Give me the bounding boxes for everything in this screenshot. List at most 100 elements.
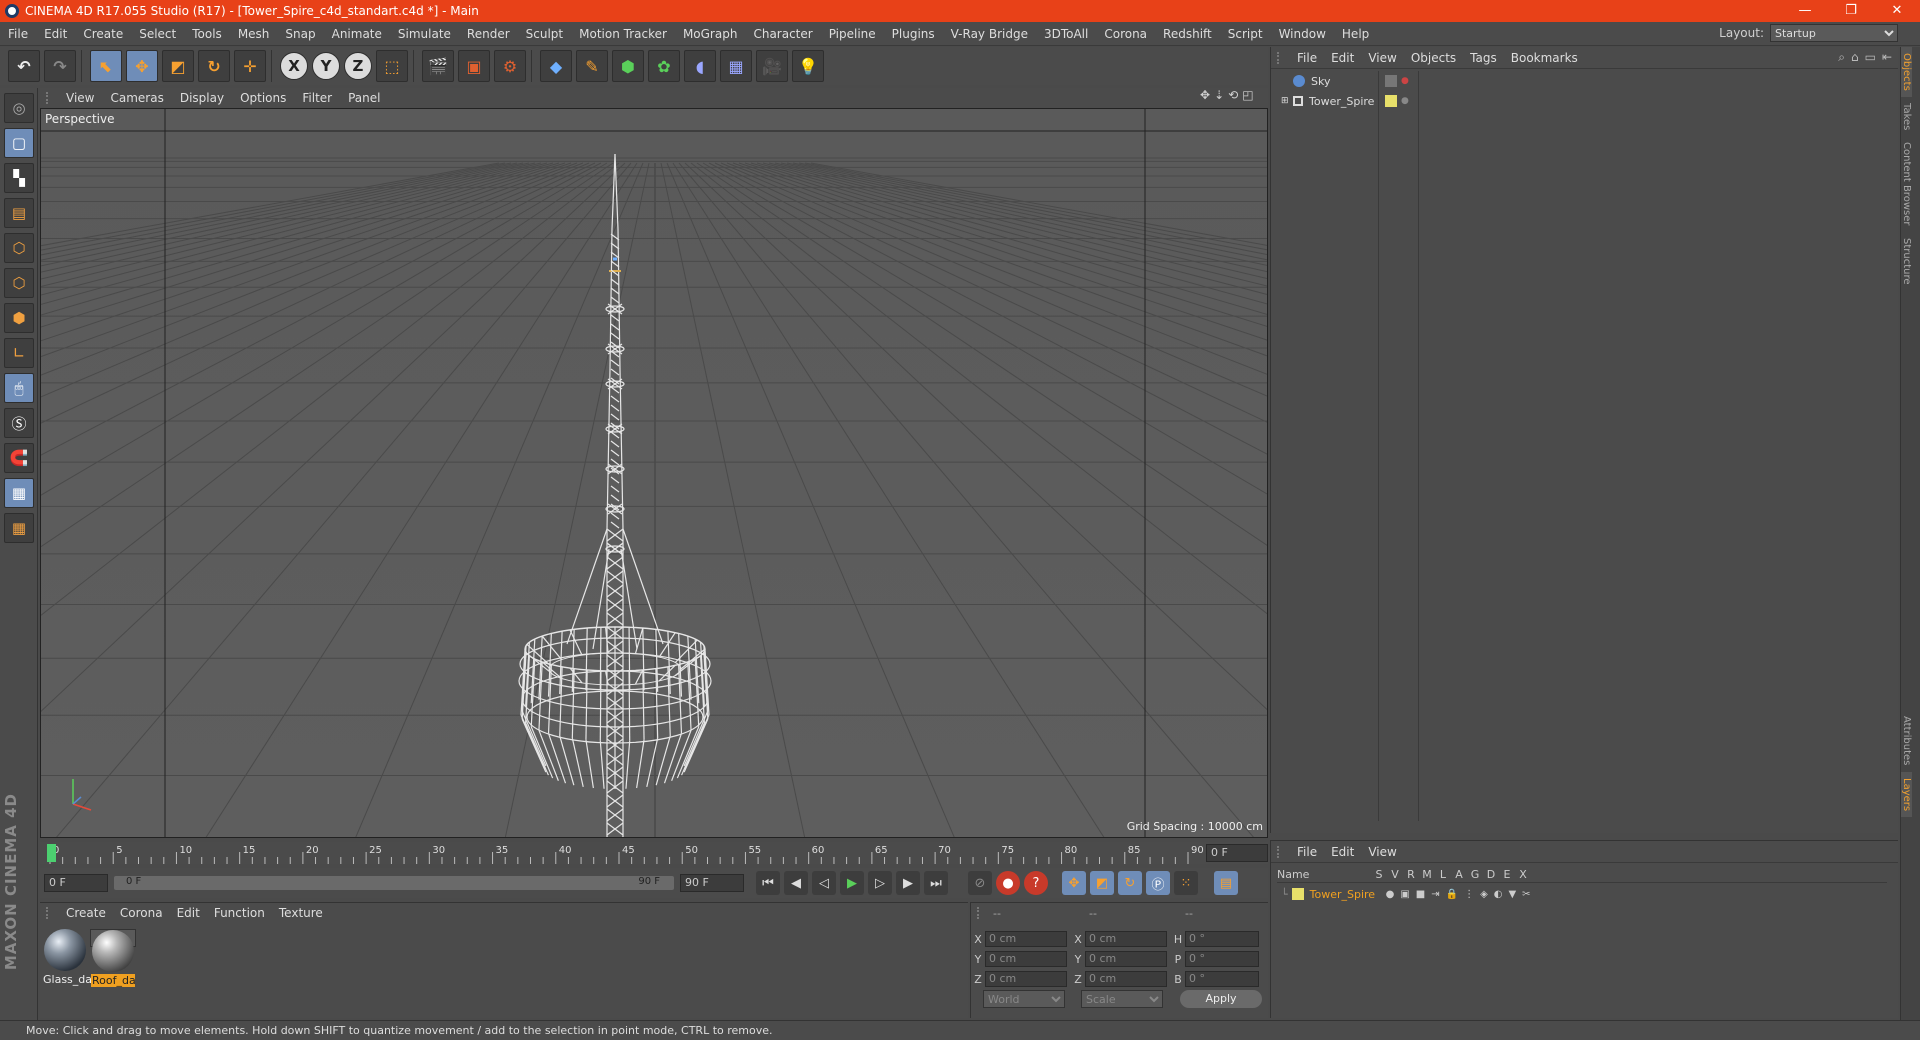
viewport-menu-filter[interactable]: Filter bbox=[298, 91, 344, 105]
menu-select[interactable]: Select bbox=[131, 27, 184, 41]
sky-tag-icon[interactable] bbox=[1385, 75, 1397, 87]
size-z-field[interactable]: 0 cm bbox=[1085, 971, 1167, 987]
axis-mode-icon[interactable]: ∟ bbox=[4, 338, 34, 368]
size-y-field[interactable]: 0 cm bbox=[1085, 951, 1167, 967]
frame-ruler[interactable]: 0 5 10 15 20 25 30 35 40 45 50 55 60 65 70 75 80 85 90 bbox=[40, 842, 1268, 864]
layer-column-v[interactable]: V bbox=[1387, 868, 1403, 881]
polygons-mode-icon[interactable]: ⬢ bbox=[4, 303, 34, 333]
workplane-lock-icon[interactable]: ▦ bbox=[4, 478, 34, 508]
layer-row-tower-spire[interactable]: └ Tower_Spire ●▣■⇥🔒⋮◈◐▼✂ bbox=[1277, 885, 1887, 903]
pan-icon[interactable]: ✥ bbox=[1200, 88, 1210, 102]
layer-column-r[interactable]: R bbox=[1403, 868, 1419, 881]
menu-mesh[interactable]: Mesh bbox=[230, 27, 278, 41]
layer-menu-file[interactable]: File bbox=[1293, 845, 1327, 859]
rot-p-field[interactable]: 0 ° bbox=[1185, 951, 1259, 967]
viewport-menu-options[interactable]: Options bbox=[236, 91, 298, 105]
menu-sculpt[interactable]: Sculpt bbox=[518, 27, 571, 41]
floor-icon[interactable]: ▦ bbox=[720, 50, 752, 82]
material-menu-texture[interactable]: Texture bbox=[275, 906, 333, 920]
edit-render-settings-icon[interactable]: ⚙ bbox=[494, 50, 526, 82]
material-roof[interactable]: Roof_da bbox=[90, 929, 136, 987]
material-menu-create[interactable]: Create bbox=[62, 906, 116, 920]
layer-column-d[interactable]: D bbox=[1483, 868, 1499, 881]
z-axis-lock-icon[interactable]: Z bbox=[344, 52, 372, 80]
object-menu-file[interactable]: File bbox=[1293, 51, 1327, 65]
light-icon[interactable]: 💡 bbox=[792, 50, 824, 82]
new-view-icon[interactable]: ▭ bbox=[1865, 50, 1876, 65]
coord-size-mode-dropdown[interactable]: Scale bbox=[1081, 990, 1163, 1008]
side-tab-takes[interactable]: Takes bbox=[1901, 97, 1912, 136]
make-editable-icon[interactable]: ◎ bbox=[4, 93, 34, 123]
timeline-ruler[interactable]: 0 5 10 15 20 25 30 35 40 45 50 55 60 65 70 75 80 85 90 0 F bbox=[40, 842, 1268, 864]
camera-icon[interactable]: 🎥 bbox=[756, 50, 788, 82]
coordinate-system-icon[interactable]: ⬚ bbox=[376, 50, 408, 82]
menu-character[interactable]: Character bbox=[745, 27, 820, 41]
layer-column-a[interactable]: A bbox=[1451, 868, 1467, 881]
layer-column-s[interactable]: S bbox=[1371, 868, 1387, 881]
play-icon[interactable]: ▶ bbox=[840, 871, 864, 895]
viewport-menu-cameras[interactable]: Cameras bbox=[106, 91, 175, 105]
pos-x-field[interactable]: 0 cm bbox=[985, 931, 1067, 947]
rotate-icon[interactable]: ↻ bbox=[198, 50, 230, 82]
menu-tools[interactable]: Tools bbox=[184, 27, 230, 41]
menu-animate[interactable]: Animate bbox=[324, 27, 390, 41]
end-frame-field[interactable]: 90 F bbox=[680, 874, 744, 892]
playhead[interactable] bbox=[47, 844, 56, 862]
layer-name[interactable]: Tower_Spire bbox=[1310, 888, 1386, 901]
object-menu-tags[interactable]: Tags bbox=[1466, 51, 1507, 65]
object-row-sky[interactable]: Sky bbox=[1277, 71, 1378, 91]
menu-create[interactable]: Create bbox=[75, 27, 131, 41]
side-tab-attributes[interactable]: Attributes bbox=[1901, 710, 1912, 771]
transform-icon[interactable]: ✛ bbox=[234, 50, 266, 82]
rot-h-field[interactable]: 0 ° bbox=[1185, 931, 1259, 947]
next-frame-icon[interactable]: ▷ bbox=[868, 871, 892, 895]
layer-column-l[interactable]: L bbox=[1435, 868, 1451, 881]
redo-icon[interactable]: ↷ bbox=[44, 50, 76, 82]
motion-record-icon[interactable]: ⊘ bbox=[968, 871, 992, 895]
material-glass[interactable]: Glass_da bbox=[42, 929, 92, 986]
apply-button[interactable]: Apply bbox=[1180, 990, 1262, 1008]
menu-redshift[interactable]: Redshift bbox=[1155, 27, 1220, 41]
visibility-dot-icon[interactable]: ● bbox=[1401, 76, 1409, 86]
live-selection-icon[interactable]: ⬉ bbox=[90, 50, 122, 82]
menu-edit[interactable]: Edit bbox=[36, 27, 75, 41]
layer-color-icon[interactable] bbox=[1385, 95, 1397, 107]
menu-help[interactable]: Help bbox=[1334, 27, 1377, 41]
menu-motion-tracker[interactable]: Motion Tracker bbox=[571, 27, 675, 41]
scale-icon[interactable]: ◩ bbox=[162, 50, 194, 82]
x-axis-lock-icon[interactable]: X bbox=[280, 52, 308, 80]
go-to-start-icon[interactable]: ⏮ bbox=[756, 871, 780, 895]
key-rotation-icon[interactable]: ↻ bbox=[1118, 871, 1142, 895]
edges-mode-icon[interactable]: ⬡ bbox=[4, 268, 34, 298]
autokey-icon[interactable]: ? bbox=[1024, 871, 1048, 895]
key-pla-icon[interactable]: ⁙ bbox=[1174, 871, 1198, 895]
next-key-icon[interactable]: ▶ bbox=[896, 871, 920, 895]
texture-mode-icon[interactable]: ▚ bbox=[4, 163, 34, 193]
viewport-menu-view[interactable]: View bbox=[62, 91, 106, 105]
grid-snap-icon[interactable]: ▦ bbox=[4, 513, 34, 543]
layer-color-icon[interactable] bbox=[1291, 888, 1304, 900]
viewport-menu-display[interactable]: Display bbox=[176, 91, 236, 105]
key-position-icon[interactable]: ✥ bbox=[1062, 871, 1086, 895]
pen-spline-icon[interactable]: ✎ bbox=[576, 50, 608, 82]
pos-z-field[interactable]: 0 cm bbox=[985, 971, 1067, 987]
orbit-icon[interactable]: ⟲ bbox=[1228, 88, 1238, 102]
menu-3dtoall[interactable]: 3DToAll bbox=[1036, 27, 1096, 41]
side-tab-structure[interactable]: Structure bbox=[1901, 232, 1912, 291]
layer-column-g[interactable]: G bbox=[1467, 868, 1483, 881]
menu-plugins[interactable]: Plugins bbox=[884, 27, 943, 41]
workplane-icon[interactable]: ▤ bbox=[4, 198, 34, 228]
record-icon[interactable]: ● bbox=[996, 871, 1020, 895]
close-button[interactable]: ✕ bbox=[1874, 0, 1920, 22]
visibility-dot-icon[interactable]: ● bbox=[1401, 96, 1409, 106]
material-menu-corona[interactable]: Corona bbox=[116, 906, 173, 920]
pos-y-field[interactable]: 0 cm bbox=[985, 951, 1067, 967]
key-scale-icon[interactable]: ◩ bbox=[1090, 871, 1114, 895]
solo-mode-icon[interactable]: Ⓢ bbox=[4, 408, 34, 438]
viewport-menu-panel[interactable]: Panel bbox=[344, 91, 392, 105]
minimize-button[interactable]: — bbox=[1782, 0, 1828, 22]
current-frame-field[interactable]: 0 F bbox=[1206, 844, 1268, 862]
layout-dropdown[interactable]: Startup bbox=[1770, 24, 1898, 42]
render-view-icon[interactable]: 🎬 bbox=[422, 50, 454, 82]
layer-flag-icons[interactable]: ●▣■⇥🔒⋮◈◐▼✂ bbox=[1386, 889, 1537, 900]
